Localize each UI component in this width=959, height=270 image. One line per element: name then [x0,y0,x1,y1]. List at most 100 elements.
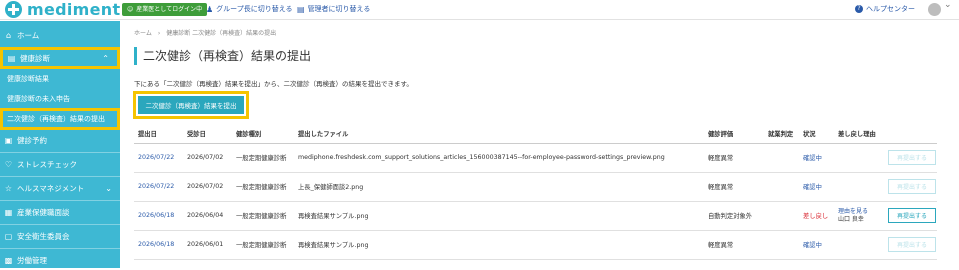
home-icon: ⌂ [5,30,12,40]
evaluation: 軽度異常 [704,143,764,173]
clipboard-icon: ▤ [7,53,16,63]
help-center-label: ヘルプセンター [866,5,915,13]
table-row: 2026/06/18 2026/06/01 一般定期健康診断 再検査結果サンプル… [134,230,937,260]
submitted-date-link[interactable]: 2026/06/18 [138,212,174,219]
switch-admin-label: 管理者に切り替える [307,5,371,13]
top-header: mediment ☺ 産業医としてログイン中 ♟ グループ長に切り替える ▤ 管… [0,0,959,20]
resubmit-button[interactable]: 再提出する [888,237,936,252]
resubmit-button[interactable]: 再提出する [888,179,936,194]
evaluation: 自動判定対象外 [704,201,764,231]
logo-text: mediment [27,0,121,19]
sidebar-item-home[interactable]: ⌂ ホーム [0,24,120,46]
exam-date: 2026/06/04 [183,201,232,231]
view-reason-link[interactable]: 理由を見る [838,208,884,216]
sidebar-item-label: 健康診断 [20,53,50,63]
briefcase-icon: ▩ [4,255,13,265]
reason-cell [834,143,884,173]
switch-admin-link[interactable]: ▤ 管理者に切り替える [297,4,370,14]
evaluation: 軽度異常 [704,172,764,202]
table-row: 2026/07/22 2026/07/02 一般定期健康診断 上長_保健師面談2… [134,172,937,202]
status-label: 確認中 [803,155,822,162]
health-icon: ☆ [4,183,13,193]
main-content: ホーム › 健康診断 二次健診（再検査）結果の提出 二次健診（再検査）結果の提出… [121,21,959,268]
col-header-status: 状況 [799,124,834,144]
file-name: 上長_保健師面談2.png [294,172,704,202]
file-name: 再検査結果サンプル.png [294,230,704,260]
submitted-date-link[interactable]: 2026/07/22 [138,154,174,161]
judgment [764,230,799,260]
switch-group-leader-link[interactable]: ♟ グループ長に切り替える [206,4,293,14]
sidebar-item-labor-management[interactable]: ▩ 労働管理 [0,250,120,270]
file-name: 再検査結果サンプル.png [294,201,704,231]
sidebar-item-checkup-booking[interactable]: ▣ 健診予約 [0,129,120,151]
sidebar-item-label: 労働管理 [17,255,47,265]
sidebar-item-checkup[interactable]: ▤ 健康診断 ⌃ [0,47,120,69]
avatar[interactable] [928,0,952,16]
sidebar-item-label: 健診予約 [17,135,47,145]
reason-cell [834,172,884,202]
sidebar-subitem-checkup-results[interactable]: 健康診断結果 [0,70,120,88]
sidebar-item-label: 産業保健職面談 [17,207,70,217]
table-row: 2026/06/18 2026/06/04 一般定期健康診断 再検査結果サンプル… [134,201,937,231]
sidebar-subitem-checkup-unreceived[interactable]: 健康診断の未入申告 [0,90,120,108]
sidebar-item-label: 安全衛生委員会 [17,231,70,241]
switch-group-leader-label: グループ長に切り替える [216,5,293,13]
help-icon: ? [855,5,863,13]
submitted-date-link[interactable]: 2026/07/22 [138,183,174,190]
calendar-icon: ▣ [4,135,13,145]
chevron-up-icon: ⌃ [102,53,109,63]
col-header-submitted: 提出日 [134,124,183,144]
judgment [764,201,799,231]
user-icon: ☺ [127,6,134,13]
status-label: 確認中 [803,184,822,191]
submit-secondary-result-button[interactable]: 二次健診（再検査）結果を提出 [138,96,244,114]
judgment [764,143,799,173]
table-row: 2026/07/22 2026/07/02 一般定期健康診断 mediphone… [134,143,937,173]
breadcrumb: ホーム › 健康診断 二次健診（再検査）結果の提出 [134,30,277,37]
chevron-down-icon: ⌄ [105,183,112,193]
page-description: 下にある「二次健診（再検査）結果を提出」から、二次健診（再検査）の結果を提出でき… [134,80,413,88]
file-name: mediphone.freshdesk.com_support_solution… [294,143,704,173]
submitted-date-link[interactable]: 2026/06/18 [138,241,174,248]
exam-type: 一般定期健康診断 [232,230,294,260]
sidebar-item-health-management[interactable]: ☆ ヘルスマネジメント ⌄ [0,176,120,200]
reason-author: 山口 良幸 [838,215,864,223]
resubmit-button[interactable]: 再提出する [888,208,936,223]
sidebar: ⌂ ホーム ▤ 健康診断 ⌃ 健康診断結果 健康診断の未入申告 二次健診（再検査… [0,21,120,268]
exam-type: 一般定期健康診断 [232,172,294,202]
sidebar-subitem-secondary-submit[interactable]: 二次健診（再検査）結果の提出 [0,108,120,130]
logo[interactable]: mediment [5,1,120,18]
exam-type: 一般定期健康診断 [232,201,294,231]
admin-icon: ▤ [297,4,305,14]
col-header-file: 提出したファイル [294,124,704,144]
col-header-exam-date: 受診日 [183,124,232,144]
login-role-label: 産業医としてログイン中 [136,6,203,13]
cta-highlight: 二次健診（再検査）結果を提出 [133,91,249,119]
sidebar-item-label: ホーム [17,30,40,40]
help-center-link[interactable]: ? ヘルプセンター [855,4,915,14]
table-header-row: 提出日 受診日 健診種別 提出したファイル 健診評価 就業判定 状況 差し戻し理… [134,124,937,144]
resubmit-button[interactable]: 再提出する [888,150,936,165]
sidebar-item-safety-committee[interactable]: ▢ 安全衛生委員会 [0,224,120,248]
judgment [764,172,799,202]
login-role-badge: ☺ 産業医としてログイン中 [122,3,208,16]
exam-type: 一般定期健康診断 [232,143,294,173]
status-label: 差し戻し [803,213,829,220]
col-header-type: 健診種別 [232,124,294,144]
reason-cell: 理由を見る 山口 良幸 [834,201,884,231]
results-table: 提出日 受診日 健診種別 提出したファイル 健診評価 就業判定 状況 差し戻し理… [134,124,937,260]
document-icon: ▢ [4,231,13,241]
exam-date: 2026/07/02 [183,172,232,202]
heart-icon: ♡ [4,159,13,169]
col-header-reason: 差し戻し理由 [834,124,884,144]
sidebar-item-stress-check[interactable]: ♡ ストレスチェック [0,152,120,176]
col-header-action [884,124,937,144]
sidebar-item-occupational-health[interactable]: ▦ 産業保健職面談 [0,200,120,224]
divider [0,248,120,249]
status-label: 確認中 [803,242,822,249]
reason-cell [834,230,884,260]
sidebar-item-label: ストレスチェック [17,159,77,169]
exam-date: 2026/07/02 [183,143,232,173]
building-icon: ▦ [4,207,13,217]
group-icon: ♟ [206,4,214,14]
